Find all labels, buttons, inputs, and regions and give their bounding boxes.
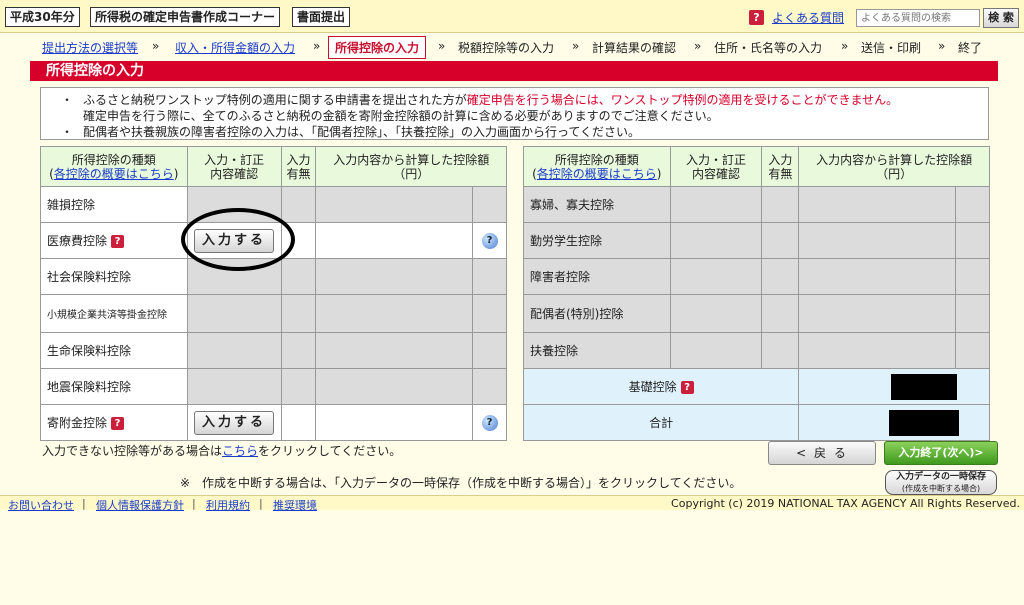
crumb-deduction-input-current: 所得控除の入力 <box>328 36 427 59</box>
crumb-separator: » <box>572 39 580 53</box>
row-label-small-business-mutual: 小規模企業共済等掛金控除 <box>40 294 188 333</box>
footer-contact-link[interactable]: お問い合わせ <box>8 497 74 513</box>
row-label-total: 合計 <box>522 404 800 441</box>
footer-separator: | <box>82 497 86 510</box>
row-label-disability: 障害者控除 <box>523 258 671 295</box>
header-input-correct: 入力・訂正 内容確認 <box>669 146 763 187</box>
note-warning-text: 確定申告を行う場合には、ワンストップ特例の適用を受けることができません。 <box>466 93 899 107</box>
row-label-donation: 寄附金控除? <box>40 404 188 441</box>
redacted-amount <box>891 373 957 400</box>
highlight-circle <box>181 208 295 271</box>
table-row: 配偶者(特別)控除 <box>523 294 990 333</box>
table-row: 地震保険料控除 <box>40 368 507 405</box>
table-row: 小規模企業共済等掛金控除 <box>40 294 507 333</box>
header-deduction-type: 所得控除の種類 (各控除の概要はこちら) <box>523 146 671 187</box>
faq-search-input[interactable] <box>856 9 980 27</box>
crumb-separator: » <box>938 39 946 53</box>
deduction-table-right: 所得控除の種類 (各控除の概要はこちら) 入力・訂正 内容確認 入力 有無 入力内容… <box>522 146 990 441</box>
hint-icon[interactable]: ? <box>481 415 498 431</box>
deduction-table-left: 所得控除の種類 (各控除の概要はこちら) 入力・訂正 内容確認 入力 有無 入力内容… <box>40 146 507 441</box>
row-label-earthquake-insurance: 地震保険料控除 <box>40 368 188 405</box>
bullet: ・ <box>61 93 74 107</box>
note-line-3: ・配偶者や扶養親族の障害者控除の入力は、「配偶者控除」、「扶養控除」の入力画面か… <box>61 124 980 140</box>
next-button[interactable]: 入力終了(次へ)> <box>884 441 998 465</box>
faq-link[interactable]: よくある質問 <box>772 9 844 26</box>
footer-privacy-link[interactable]: 個人情報保護方針 <box>96 497 184 513</box>
table-row: 生命保険料控除 <box>40 332 507 369</box>
question-icon[interactable]: ? <box>111 235 125 248</box>
question-icon[interactable]: ? <box>111 417 125 430</box>
top-bar: 平成30年分 所得税の確定申告書作成コーナー 書面提出 ? よくある質問 検 索 <box>0 0 1024 33</box>
table-row: 勤労学生控除 <box>523 222 990 259</box>
header-deduction-type: 所得控除の種類 (各控除の概要はこちら) <box>40 146 188 187</box>
header-input-exists: 入力 有無 <box>761 146 800 187</box>
table-row: 寄附金控除? 入力する ? <box>40 404 507 441</box>
crumb-separator: » <box>694 39 702 53</box>
cant-input-note: 入力できない控除等がある場合はこちらをクリックしてください。 <box>42 444 402 458</box>
save-button-label: 入力データの一時保存 <box>895 472 986 482</box>
footer-terms-link[interactable]: 利用規約 <box>206 497 250 513</box>
crumb-finish: 終了 <box>958 41 983 55</box>
deduction-overview-link[interactable]: 各控除の概要はこちら <box>537 167 657 181</box>
table-row: 基礎控除? <box>522 368 990 405</box>
row-label-dependent: 扶養控除 <box>523 332 671 369</box>
suspend-note: ※ 作成を中断する場合は、「入力データの一時保存（作成を中断する場合）」をクリッ… <box>180 476 742 490</box>
crumb-separator: » <box>313 39 321 53</box>
save-button-sublabel: (作成を中断する場合) <box>901 484 981 493</box>
footer: お問い合わせ | 個人情報保護方針 | 利用規約 | 推奨環境 Copyrigh… <box>0 495 1024 513</box>
note-text: 確定申告を行う際に、全てのふるさと納税の金額を寄附金控除額の計算に含める必要があ… <box>83 109 719 123</box>
hint-icon[interactable]: ? <box>481 233 498 249</box>
crumb-address-input: 住所・氏名等の入力 <box>714 41 823 55</box>
row-label-medical: 医療費控除? <box>40 222 188 259</box>
app-title-tag: 所得税の確定申告書作成コーナー <box>90 7 281 27</box>
note-line-1: ・ふるさと納税ワンストップ特例の適用に関する申請書を提出された方が確定申告を行う… <box>61 92 980 108</box>
deduction-overview-link[interactable]: 各控除の概要はこちら <box>54 167 174 181</box>
footer-separator: | <box>259 497 263 510</box>
question-icon[interactable]: ? <box>749 10 764 25</box>
crumb-result-check: 計算結果の確認 <box>592 41 677 55</box>
footer-recommended-env-link[interactable]: 推奨環境 <box>273 497 317 513</box>
redacted-amount <box>889 409 959 436</box>
crumb-income-input[interactable]: 収入・所得金額の入力 <box>175 39 295 56</box>
crumb-separator: » <box>841 39 849 53</box>
row-label-life-insurance: 生命保険料控除 <box>40 332 188 369</box>
copyright: Copyright (c) 2019 NATIONAL TAX AGENCY A… <box>671 497 1020 510</box>
header-input-correct: 入力・訂正 内容確認 <box>186 146 282 187</box>
crumb-separator: » <box>152 39 160 53</box>
row-label-social-insurance: 社会保険料控除 <box>40 258 188 295</box>
header-calculated-amount: 入力内容から計算した控除額（円） <box>315 146 507 187</box>
note-text: ふるさと納税ワンストップ特例の適用に関する申請書を提出された方が <box>83 93 467 107</box>
paper-submission-tag: 書面提出 <box>292 7 351 27</box>
tax-year-tag: 平成30年分 <box>5 7 80 27</box>
row-label-basic: 基礎控除? <box>522 368 800 405</box>
bullet: ・ <box>61 125 74 139</box>
cant-input-link[interactable]: こちら <box>222 444 258 458</box>
temporary-save-button[interactable]: 入力データの一時保存 (作成を中断する場合) <box>885 470 997 495</box>
header-calculated-amount: 入力内容から計算した控除額（円） <box>798 146 990 187</box>
crumb-send-print: 送信・印刷 <box>861 41 922 55</box>
row-label-zasson: 雑損控除 <box>40 186 188 223</box>
crumb-separator: » <box>438 39 446 53</box>
table-row: 障害者控除 <box>523 258 990 295</box>
breadcrumb: 提出方法の選択等 » 収入・所得金額の入力 » 所得控除の入力 » 税額控除等の… <box>0 34 1024 59</box>
back-button[interactable]: < 戻 る <box>768 441 876 465</box>
section-title: 所得控除の入力 <box>30 61 998 81</box>
table-row: 寡婦、寡夫控除 <box>523 186 990 223</box>
table-row: 合計 <box>522 404 990 441</box>
row-label-widow: 寡婦、寡夫控除 <box>523 186 671 223</box>
crumb-submission-method[interactable]: 提出方法の選択等 <box>42 39 138 56</box>
row-label-spouse: 配偶者(特別)控除 <box>523 294 671 333</box>
question-icon[interactable]: ? <box>680 381 694 394</box>
search-button[interactable]: 検 索 <box>983 8 1019 28</box>
row-label-working-student: 勤労学生控除 <box>523 222 671 259</box>
table-row: 扶養控除 <box>523 332 990 369</box>
note-text: 配偶者や扶養親族の障害者控除の入力は、「配偶者控除」、「扶養控除」の入力画面から… <box>83 125 641 139</box>
header-input-exists: 入力 有無 <box>280 146 317 187</box>
notes-box: ・ふるさと納税ワンストップ特例の適用に関する申請書を提出された方が確定申告を行う… <box>40 87 989 140</box>
footer-separator: | <box>192 497 196 510</box>
donation-input-button[interactable]: 入力する <box>194 410 275 435</box>
crumb-tax-credit-input: 税額控除等の入力 <box>458 41 555 55</box>
note-line-2: 確定申告を行う際に、全てのふるさと納税の金額を寄附金控除額の計算に含める必要があ… <box>61 108 980 124</box>
